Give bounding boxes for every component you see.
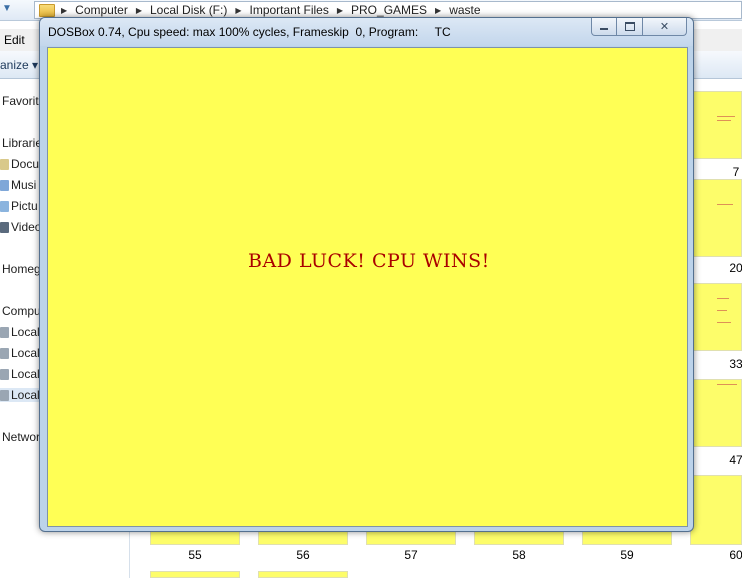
dosbox-title: DOSBox 0.74, Cpu speed: max 100% cycles,… xyxy=(48,25,451,39)
back-dropdown-icon[interactable]: ▼ xyxy=(2,3,12,14)
breadcrumb-important-files[interactable]: ▶ Important Files xyxy=(235,3,337,17)
game-result-message: BAD LUCK! CPU WINS! xyxy=(248,250,490,272)
file-label: 20 xyxy=(729,261,742,275)
file-label: 33 xyxy=(729,357,742,371)
pictures-icon xyxy=(0,200,9,212)
file-thumbnail[interactable] xyxy=(690,475,742,545)
nav-homegroup[interactable]: Homeg xyxy=(2,262,41,276)
drive-icon xyxy=(0,368,9,380)
organize-button[interactable]: anize ▾ xyxy=(0,58,38,72)
drive-icon xyxy=(0,347,9,359)
nav-music[interactable]: Musi xyxy=(0,178,36,192)
file-thumbnail[interactable] xyxy=(690,283,742,351)
close-button[interactable]: ✕ xyxy=(643,18,687,36)
chevron-right-icon: ▶ xyxy=(135,5,142,15)
nav-videos[interactable]: Video xyxy=(0,220,41,234)
file-thumbnail[interactable] xyxy=(690,179,742,257)
nav-pictures[interactable]: Pictu xyxy=(0,199,38,213)
breadcrumb-waste[interactable]: ▶ waste xyxy=(435,3,489,17)
nav-computer[interactable]: Compu xyxy=(2,304,41,318)
file-label: 60 xyxy=(729,548,742,562)
file-label: 7 xyxy=(732,165,740,179)
file-thumbnail[interactable] xyxy=(690,379,742,447)
chevron-right-icon: ▶ xyxy=(435,5,442,15)
nav-network[interactable]: Networ xyxy=(2,430,40,444)
nav-local-disk-3[interactable]: Local xyxy=(0,367,40,381)
file-thumbnail[interactable] xyxy=(690,91,742,159)
close-icon: ✕ xyxy=(659,20,670,33)
nav-local-disk-2[interactable]: Local xyxy=(0,346,40,360)
videos-icon xyxy=(0,221,9,233)
breadcrumb-computer[interactable]: ▶ Computer xyxy=(61,3,136,17)
music-icon xyxy=(0,179,9,191)
chevron-right-icon: ▶ xyxy=(336,5,344,15)
menu-edit[interactable]: Edit xyxy=(4,33,25,47)
window-controls: ✕ xyxy=(591,18,687,36)
folder-icon xyxy=(39,3,55,17)
file-label: 57 xyxy=(404,548,418,562)
breadcrumb-local-disk[interactable]: ▶ Local Disk (F:) xyxy=(136,3,236,17)
nav-local-disk-4[interactable]: Local xyxy=(0,388,40,402)
maximize-icon xyxy=(624,22,635,31)
breadcrumb-pro-games[interactable]: ▶ PRO_GAMES xyxy=(337,3,435,17)
file-label: 55 xyxy=(188,548,202,562)
nav-local-disk-1[interactable]: Local xyxy=(0,325,40,339)
file-label: 59 xyxy=(620,548,634,562)
file-thumbnail[interactable] xyxy=(150,571,240,578)
dosbox-window: DOSBox 0.74, Cpu speed: max 100% cycles,… xyxy=(39,17,694,532)
dosbox-screen[interactable]: BAD LUCK! CPU WINS! xyxy=(47,47,688,527)
file-label: 47 xyxy=(729,453,742,467)
minimize-icon xyxy=(600,28,608,30)
nav-documents[interactable]: Docu xyxy=(0,157,39,171)
drive-icon xyxy=(0,326,9,338)
documents-icon xyxy=(0,158,9,170)
chevron-right-icon: ▶ xyxy=(235,5,242,15)
file-label: 56 xyxy=(296,548,310,562)
dosbox-titlebar[interactable]: DOSBox 0.74, Cpu speed: max 100% cycles,… xyxy=(40,18,693,46)
drive-icon xyxy=(0,389,9,401)
maximize-button[interactable] xyxy=(617,18,643,36)
file-thumbnail[interactable] xyxy=(258,571,348,578)
chevron-right-icon: ▶ xyxy=(61,5,68,15)
minimize-button[interactable] xyxy=(591,18,617,36)
file-label: 58 xyxy=(512,548,526,562)
nav-libraries[interactable]: Librarie xyxy=(2,136,42,150)
